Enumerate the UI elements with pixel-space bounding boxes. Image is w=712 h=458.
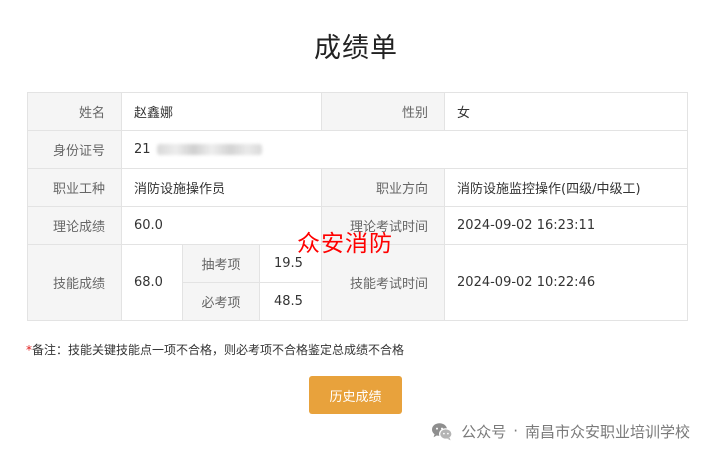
theory-score-label: 理论成绩 bbox=[27, 206, 122, 245]
wechat-icon bbox=[432, 422, 453, 440]
theory-time-value: 2024-09-02 16:23:11 bbox=[444, 206, 689, 245]
score-table: 姓名 赵鑫娜 性别 女 身份证号 21 职业工种 消防设施操作员 职业方向 消防… bbox=[27, 92, 689, 321]
footer-attribution: 公众号 · 南昌市众安职业培训学校 bbox=[431, 420, 690, 442]
required-item-value: 48.5 bbox=[258, 282, 323, 321]
redacted-id-blur bbox=[156, 144, 262, 155]
id-value-cell: 21 bbox=[120, 130, 689, 169]
remark-note: *备注：技能关键技能点一项不合格，则必考项不合格鉴定总成绩不合格 bbox=[26, 341, 404, 358]
footer-org: 南昌市众安职业培训学校 bbox=[524, 422, 690, 441]
occupation-value: 消防设施操作员 bbox=[120, 168, 323, 207]
direction-value: 消防设施监控操作(四级/中级工) bbox=[444, 168, 689, 207]
gender-label: 性别 bbox=[321, 92, 446, 131]
occupation-label: 职业工种 bbox=[27, 168, 122, 207]
table-row: 身份证号 21 bbox=[27, 130, 689, 169]
table-row: 姓名 赵鑫娜 性别 女 bbox=[27, 92, 689, 131]
gender-value: 女 bbox=[444, 92, 689, 131]
name-value: 赵鑫娜 bbox=[120, 92, 323, 131]
watermark-overlay: 众安消防 bbox=[297, 231, 393, 257]
id-value: 21 bbox=[134, 142, 151, 157]
skill-score-label: 技能成绩 bbox=[27, 244, 122, 321]
required-item-label: 必考项 bbox=[182, 282, 260, 321]
footer-separator: · bbox=[513, 422, 518, 440]
remark-text: 备注：技能关键技能点一项不合格，则必考项不合格鉴定总成绩不合格 bbox=[32, 343, 405, 357]
theory-score-value: 60.0 bbox=[120, 206, 323, 245]
footer-source: 公众号 bbox=[461, 422, 507, 441]
id-label: 身份证号 bbox=[27, 130, 122, 169]
table-row: 职业工种 消防设施操作员 职业方向 消防设施监控操作(四级/中级工) bbox=[27, 168, 689, 207]
page-title: 成绩单 bbox=[314, 33, 398, 64]
name-label: 姓名 bbox=[27, 92, 122, 131]
direction-label: 职业方向 bbox=[321, 168, 446, 207]
random-item-label: 抽考项 bbox=[182, 244, 260, 283]
skill-time-value: 2024-09-02 10:22:46 bbox=[444, 244, 689, 321]
skill-score-value: 68.0 bbox=[121, 244, 183, 321]
history-score-button[interactable]: 历史成绩 bbox=[309, 376, 402, 414]
